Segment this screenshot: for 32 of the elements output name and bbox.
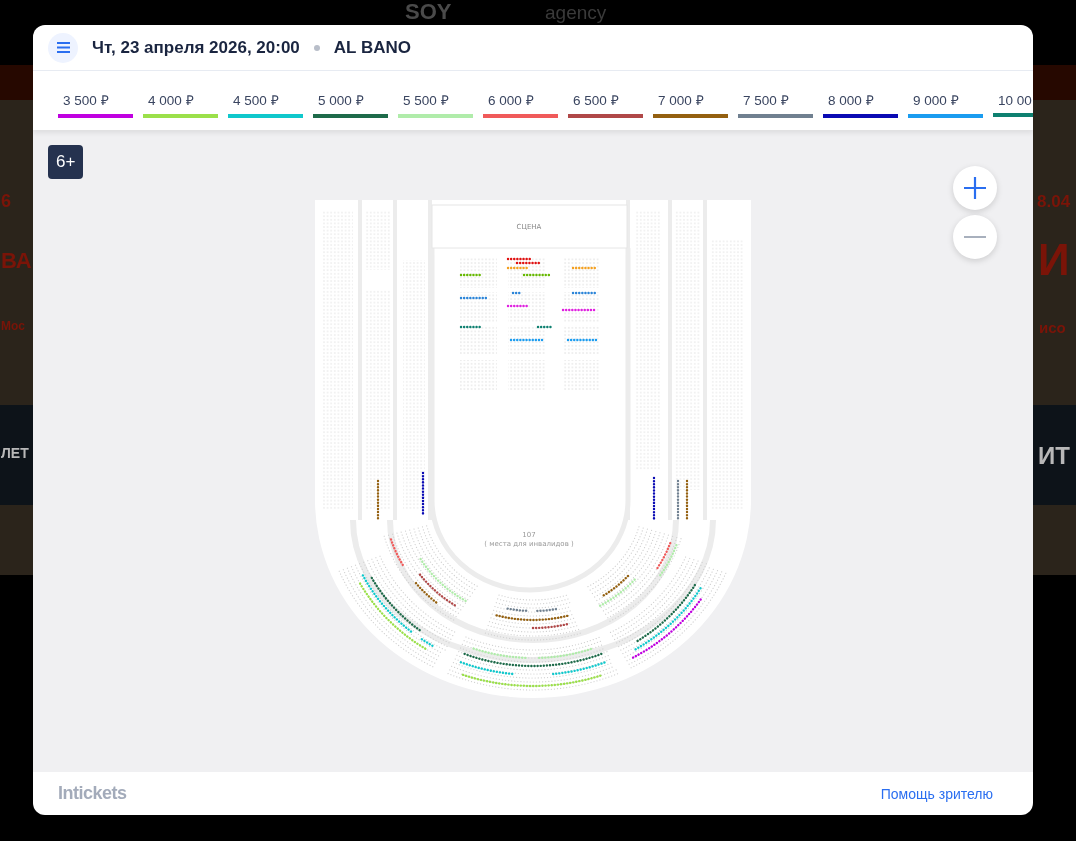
price-label[interactable]: 7 000 ₽ [653,91,728,109]
menu-button[interactable] [48,32,78,63]
price-label[interactable]: 6 000 ₽ [483,91,558,109]
backdrop-text: 8.04 [1037,193,1071,210]
event-date: Чт, 23 апреля 2026, 20:00 [92,37,300,58]
backdrop-text: ЛЕТ [1,446,29,460]
age-rating-badge: 6+ [48,145,84,179]
price-label[interactable]: 10 00 [993,92,1033,108]
backdrop-text: ИТ [1038,444,1070,468]
help-link[interactable]: Помощь зрителю [880,785,993,802]
plus-icon [963,176,987,200]
menu-icon [56,42,70,53]
price-label[interactable]: 8 000 ₽ [823,91,898,109]
minus-icon [963,235,987,239]
price-label[interactable]: 7 500 ₽ [738,91,813,109]
backdrop-logo: SOY [405,1,452,23]
price-label[interactable]: 9 000 ₽ [908,91,983,109]
event-title: AL BANO [333,37,411,58]
backdrop-text: 6 [1,192,11,210]
price-label[interactable]: 4 500 ₽ [228,91,303,109]
intickets-logo: Intickets [58,783,127,804]
backdrop-text: исо [1039,320,1066,335]
price-label[interactable]: 3 500 ₽ [58,91,133,109]
price-label[interactable]: 6 500 ₽ [568,91,643,109]
backdrop-text: ВА [1,250,32,272]
backdrop-text: Мос [1,320,25,332]
price-label[interactable]: 5 000 ₽ [313,91,388,109]
price-label[interactable]: 4 000 ₽ [143,91,218,109]
price-label[interactable]: 5 500 ₽ [398,91,473,109]
backdrop-logo-subtitle: agency [545,3,607,22]
backdrop-text: И [1038,238,1070,282]
zoom-in-button[interactable] [953,166,997,210]
